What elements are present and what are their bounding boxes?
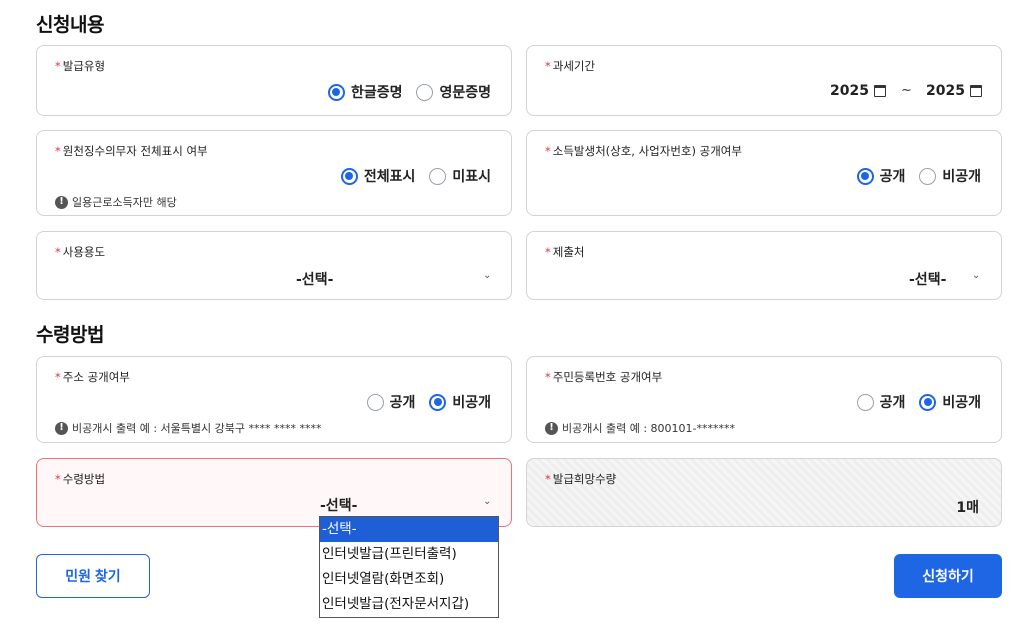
info-icon: ! (55, 195, 68, 209)
dropdown-option[interactable]: 인터넷발급(프린터출력) (320, 542, 498, 567)
address-note: ! 비공개시 출력 예 : 서울특별시 강북구 **** **** **** (55, 420, 321, 436)
radio-checked-icon[interactable] (856, 167, 874, 185)
radio-checked-icon[interactable] (327, 83, 345, 101)
address-private-radio[interactable]: 비공개 (429, 392, 491, 412)
usage-label: 사용용도 (62, 245, 106, 259)
required-asterisk-icon: * (55, 144, 61, 158)
quantity-card: * 발급희망수량 1매 (526, 458, 1002, 527)
address-card: * 주소 공개여부 공개 비공개 ! 비공개시 출력 예 : 서울특별시 강북구 *… (36, 356, 512, 443)
required-asterisk-icon: * (545, 245, 551, 259)
submit-to-label: 제출처 (552, 245, 585, 259)
radio-unchecked-icon[interactable] (919, 167, 937, 185)
chevron-down-icon[interactable]: ⌄ (483, 496, 491, 507)
info-icon: ! (55, 421, 68, 435)
issue-type-label: 발급유형 (62, 59, 106, 73)
issue-type-korean-radio[interactable]: 한글증명 (327, 82, 402, 102)
chevron-down-icon[interactable]: ⌄ (483, 270, 491, 281)
resident-no-card: * 주민등록번호 공개여부 공개 비공개 ! 비공개시 출력 예 : 800101-… (526, 356, 1002, 443)
withholding-note: ! 일용근로소득자만 해당 (55, 194, 177, 210)
required-asterisk-icon: * (55, 59, 61, 73)
apply-button[interactable]: 신청하기 (894, 554, 1002, 598)
resident-no-private-radio[interactable]: 비공개 (919, 392, 981, 412)
tax-period-from[interactable]: 2025 (830, 83, 886, 99)
dropdown-option[interactable]: -선택- (320, 517, 498, 542)
radio-unchecked-icon[interactable] (429, 167, 447, 185)
usage-select[interactable]: -선택- (296, 269, 333, 289)
address-options: 공개 비공개 (366, 392, 491, 412)
radio-checked-icon[interactable] (919, 393, 937, 411)
calendar-icon[interactable] (873, 85, 886, 97)
issue-type-english-radio[interactable]: 영문증명 (416, 82, 491, 102)
income-source-card: * 소득발생처(상호, 사업자번호) 공개여부 공개 비공개 (526, 130, 1002, 216)
tax-period-to[interactable]: 2025 (926, 83, 982, 99)
receive-method-dropdown[interactable]: -선택- 인터넷발급(프린터출력) 인터넷열람(화면조회) 인터넷발급(전자문서… (319, 516, 499, 618)
chevron-down-icon[interactable]: ⌄ (972, 270, 980, 281)
receive-method-label: 수령방법 (62, 472, 106, 486)
section-title-receive: 수령방법 (36, 324, 104, 346)
calendar-icon[interactable] (969, 85, 982, 97)
income-source-public-radio[interactable]: 공개 (856, 166, 905, 186)
issue-type-options: 한글증명 영문증명 (327, 82, 491, 102)
required-asterisk-icon: * (545, 144, 551, 158)
radio-unchecked-icon[interactable] (416, 83, 434, 101)
withholding-options: 전체표시 미표시 (340, 166, 491, 186)
required-asterisk-icon: * (545, 59, 551, 73)
tax-period-separator: ~ (901, 83, 912, 98)
required-asterisk-icon: * (55, 472, 61, 486)
dropdown-option[interactable]: 인터넷열람(화면조회) (320, 567, 498, 592)
required-asterisk-icon: * (545, 370, 551, 384)
income-source-private-radio[interactable]: 비공개 (919, 166, 981, 186)
radio-checked-icon[interactable] (429, 393, 447, 411)
address-public-radio[interactable]: 공개 (366, 392, 415, 412)
usage-card[interactable]: * 사용용도 -선택- ⌄ (36, 231, 512, 300)
resident-no-label: 주민등록번호 공개여부 (552, 370, 663, 384)
income-source-options: 공개 비공개 (856, 166, 981, 186)
quantity-value: 1매 (956, 500, 979, 516)
resident-no-options: 공개 비공개 (856, 392, 981, 412)
tax-period-label: 과세기간 (552, 59, 596, 73)
radio-checked-icon[interactable] (340, 167, 358, 185)
tax-period-card: * 과세기간 2025 ~ 2025 (526, 45, 1002, 116)
radio-unchecked-icon[interactable] (366, 393, 384, 411)
withholding-hide-radio[interactable]: 미표시 (429, 166, 491, 186)
section-title-application: 신청내용 (36, 14, 104, 36)
dropdown-option[interactable]: 인터넷발급(전자문서지갑) (320, 592, 498, 617)
resident-no-public-radio[interactable]: 공개 (856, 392, 905, 412)
submit-to-select[interactable]: -선택- (909, 269, 946, 289)
required-asterisk-icon: * (55, 245, 61, 259)
info-icon: ! (545, 421, 558, 435)
quantity-label: 발급희망수량 (552, 472, 617, 486)
resident-no-note: ! 비공개시 출력 예 : 800101-******* (545, 420, 735, 436)
required-asterisk-icon: * (545, 472, 551, 486)
withholding-full-radio[interactable]: 전체표시 (340, 166, 415, 186)
withholding-label: 원천징수의무자 전체표시 여부 (62, 144, 208, 158)
submit-to-card[interactable]: * 제출처 -선택- ⌄ (526, 231, 1002, 300)
withholding-card: * 원천징수의무자 전체표시 여부 전체표시 미표시 ! 일용근로소득자만 해당 (36, 130, 512, 216)
receive-method-select[interactable]: -선택- (320, 495, 357, 515)
issue-type-card: * 발급유형 한글증명 영문증명 (36, 45, 512, 116)
radio-unchecked-icon[interactable] (856, 393, 874, 411)
find-civil-service-button[interactable]: 민원 찾기 (36, 554, 150, 598)
required-asterisk-icon: * (55, 370, 61, 384)
income-source-label: 소득발생처(상호, 사업자번호) 공개여부 (552, 144, 742, 158)
address-label: 주소 공개여부 (62, 370, 130, 384)
